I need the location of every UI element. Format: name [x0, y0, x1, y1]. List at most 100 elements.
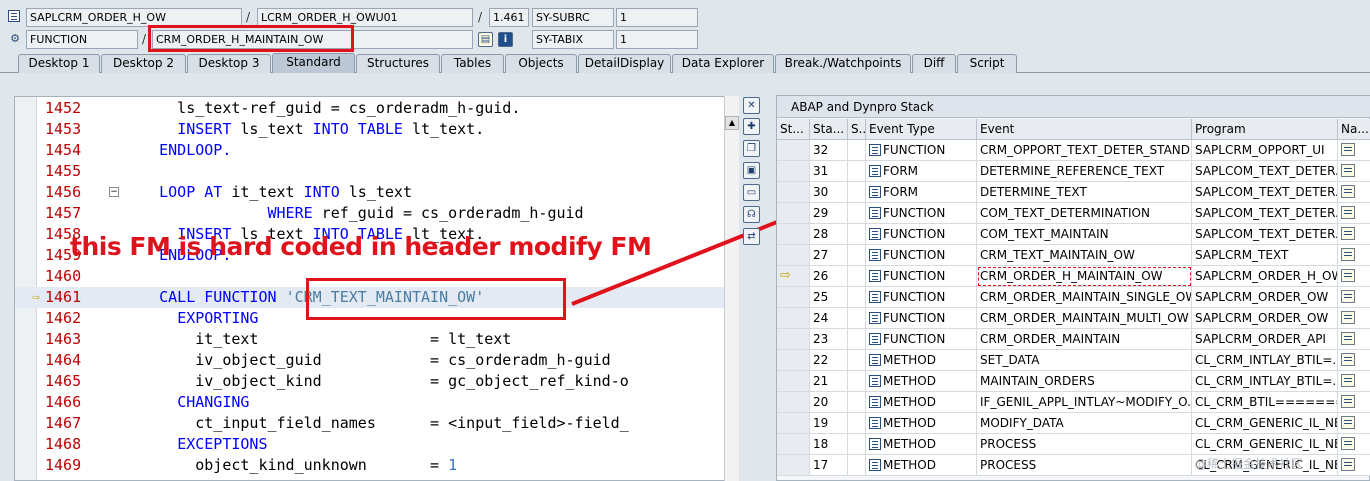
stack-row[interactable]: 23 FUNCTION CRM_ORDER_MAINTAIN SAPLCRM_ORDE…	[777, 329, 1370, 350]
copy-icon[interactable]: ❐	[743, 140, 760, 157]
navigate-icon[interactable]	[1341, 437, 1355, 450]
code-line[interactable]: 1466 CHANGING	[15, 392, 738, 413]
stack-row[interactable]: 25 FUNCTION CRM_ORDER_MAINTAIN_SINGLE_OW SA…	[777, 287, 1370, 308]
navigate[interactable]	[1338, 329, 1370, 350]
stack-row[interactable]: 29 FUNCTION COM_TEXT_DETERMINATION SAPLCOM_…	[777, 203, 1370, 224]
row-selector[interactable]: ⇨	[777, 266, 810, 287]
navigate-icon[interactable]	[1341, 395, 1355, 408]
navigate-icon[interactable]	[1341, 311, 1355, 324]
code-line[interactable]: 1456 − LOOP AT it_text INTO ls_text	[15, 182, 738, 203]
navigate[interactable]	[1338, 350, 1370, 371]
navigate[interactable]	[1338, 308, 1370, 329]
tab-break-watchpoints[interactable]: Break./Watchpoints	[775, 54, 911, 73]
column-header[interactable]: Event Type	[866, 119, 977, 140]
tab-data-explorer[interactable]: Data Explorer	[672, 54, 774, 73]
navigate-icon[interactable]	[1341, 374, 1355, 387]
row-selector[interactable]	[777, 434, 810, 455]
column-header[interactable]: Sta...	[810, 119, 848, 140]
restore-icon[interactable]: ▭	[743, 184, 760, 201]
row-selector[interactable]	[777, 161, 810, 182]
code-line[interactable]: 1469 object_kind_unknown = 1	[15, 455, 738, 476]
settings-icon[interactable]: ☊	[743, 206, 760, 223]
row-selector[interactable]	[777, 350, 810, 371]
scroll-up-button[interactable]: ▲	[725, 116, 739, 130]
navigate-icon[interactable]	[1341, 332, 1355, 345]
fold-toggle-icon[interactable]: −	[109, 187, 119, 197]
code-line[interactable]: 1463 it_text = lt_text	[15, 329, 738, 350]
navigate[interactable]	[1338, 266, 1370, 287]
navigate-icon[interactable]	[1341, 290, 1355, 303]
tab-standard[interactable]: Standard	[272, 53, 355, 73]
code-line[interactable]: 1457 WHERE ref_guid = cs_orderadm_h-guid	[15, 203, 738, 224]
row-selector[interactable]	[777, 308, 810, 329]
stack-row[interactable]: 18 METHOD PROCESS CL_CRM_GENERIC_IL_NE...	[777, 434, 1370, 455]
row-selector[interactable]	[777, 329, 810, 350]
info-icon[interactable]: i	[498, 32, 513, 47]
navigate-icon[interactable]	[1341, 269, 1355, 282]
stack-row[interactable]: 27 FUNCTION CRM_TEXT_MAINTAIN_OW SAPLCRM_TE…	[777, 245, 1370, 266]
navigate[interactable]	[1338, 182, 1370, 203]
navigate-icon[interactable]	[1341, 458, 1355, 471]
tab-desktop-1[interactable]: Desktop 1	[18, 54, 100, 73]
navigate[interactable]	[1338, 392, 1370, 413]
navigate-icon[interactable]	[1341, 143, 1355, 156]
row-selector[interactable]	[777, 224, 810, 245]
stack-row[interactable]: 21 METHOD MAINTAIN_ORDERS CL_CRM_INTLAY_BTI…	[777, 371, 1370, 392]
column-header[interactable]: Na...	[1338, 119, 1370, 140]
new-icon[interactable]: ✚	[743, 118, 760, 135]
line-number-field[interactable]: 1.461	[489, 8, 529, 27]
navigate[interactable]	[1338, 245, 1370, 266]
row-selector[interactable]	[777, 371, 810, 392]
row-selector[interactable]	[777, 203, 810, 224]
swap-icon[interactable]: ⇄	[743, 228, 760, 245]
source-icon[interactable]: ▤	[478, 32, 493, 47]
code-line[interactable]: 1453 INSERT ls_text INTO TABLE lt_text.	[15, 119, 738, 140]
column-header[interactable]: S...	[848, 119, 866, 140]
close-icon[interactable]: ✕	[743, 97, 760, 114]
navigate[interactable]	[1338, 140, 1370, 161]
tab-detaildisplay[interactable]: DetailDisplay	[578, 54, 671, 73]
tab-objects[interactable]: Objects	[505, 54, 577, 73]
column-header[interactable]: Event	[977, 119, 1192, 140]
tab-diff[interactable]: Diff	[912, 54, 956, 73]
stack-row[interactable]: ⇨ 26 FUNCTION CRM_ORDER_H_MAINTAIN_OW SAPLCR…	[777, 266, 1370, 287]
navigate-icon[interactable]	[1341, 185, 1355, 198]
editor-scrollbar[interactable]: ▲	[724, 96, 739, 481]
code-line[interactable]: 1452 ls_text-ref_guid = cs_orderadm_h-gu…	[15, 98, 738, 119]
tab-desktop-3[interactable]: Desktop 3	[187, 54, 271, 73]
event-type-field[interactable]: FUNCTION	[26, 30, 138, 49]
maximize-icon[interactable]: ▣	[743, 162, 760, 179]
navigate[interactable]	[1338, 224, 1370, 245]
navigate[interactable]	[1338, 203, 1370, 224]
tab-script[interactable]: Script	[957, 54, 1017, 73]
navigate-icon[interactable]	[1341, 227, 1355, 240]
stack-row[interactable]: 20 METHOD IF_GENIL_APPL_INTLAY~MODIFY_O...…	[777, 392, 1370, 413]
row-selector[interactable]	[777, 140, 810, 161]
code-line[interactable]: 1454 ENDLOOP.	[15, 140, 738, 161]
stack-row[interactable]: 28 FUNCTION COM_TEXT_MAINTAIN SAPLCOM_TEXT_…	[777, 224, 1370, 245]
stack-row[interactable]: 22 METHOD SET_DATA CL_CRM_INTLAY_BTIL=...	[777, 350, 1370, 371]
stack-row[interactable]: 19 METHOD MODIFY_DATA CL_CRM_GENERIC_IL_NE.…	[777, 413, 1370, 434]
navigate[interactable]	[1338, 371, 1370, 392]
navigate-icon[interactable]	[1341, 248, 1355, 261]
navigate-icon[interactable]	[1341, 353, 1355, 366]
tabix-value[interactable]: 1	[616, 30, 698, 49]
stack-row[interactable]: 24 FUNCTION CRM_ORDER_MAINTAIN_MULTI_OW SAP…	[777, 308, 1370, 329]
row-selector[interactable]	[777, 287, 810, 308]
subrc-value[interactable]: 1	[616, 8, 698, 27]
row-selector[interactable]	[777, 245, 810, 266]
code-line[interactable]: 1467 ct_input_field_names = <input_field…	[15, 413, 738, 434]
row-selector[interactable]	[777, 182, 810, 203]
navigate-icon[interactable]	[1341, 164, 1355, 177]
code-line[interactable]: 1468 EXCEPTIONS	[15, 434, 738, 455]
row-selector[interactable]	[777, 455, 810, 476]
row-selector[interactable]	[777, 392, 810, 413]
row-selector[interactable]	[777, 413, 810, 434]
stack-row[interactable]: 32 FUNCTION CRM_OPPORT_TEXT_DETER_STAND...…	[777, 140, 1370, 161]
navigate-icon[interactable]	[1341, 206, 1355, 219]
stack-row[interactable]: 31 FORM DETERMINE_REFERENCE_TEXT SAPLCOM_TE…	[777, 161, 1370, 182]
code-line[interactable]: 1464 iv_object_guid = cs_orderadm_h-guid	[15, 350, 738, 371]
column-header[interactable]: Program	[1192, 119, 1338, 140]
code-line[interactable]: 1455	[15, 161, 738, 182]
navigate[interactable]	[1338, 287, 1370, 308]
